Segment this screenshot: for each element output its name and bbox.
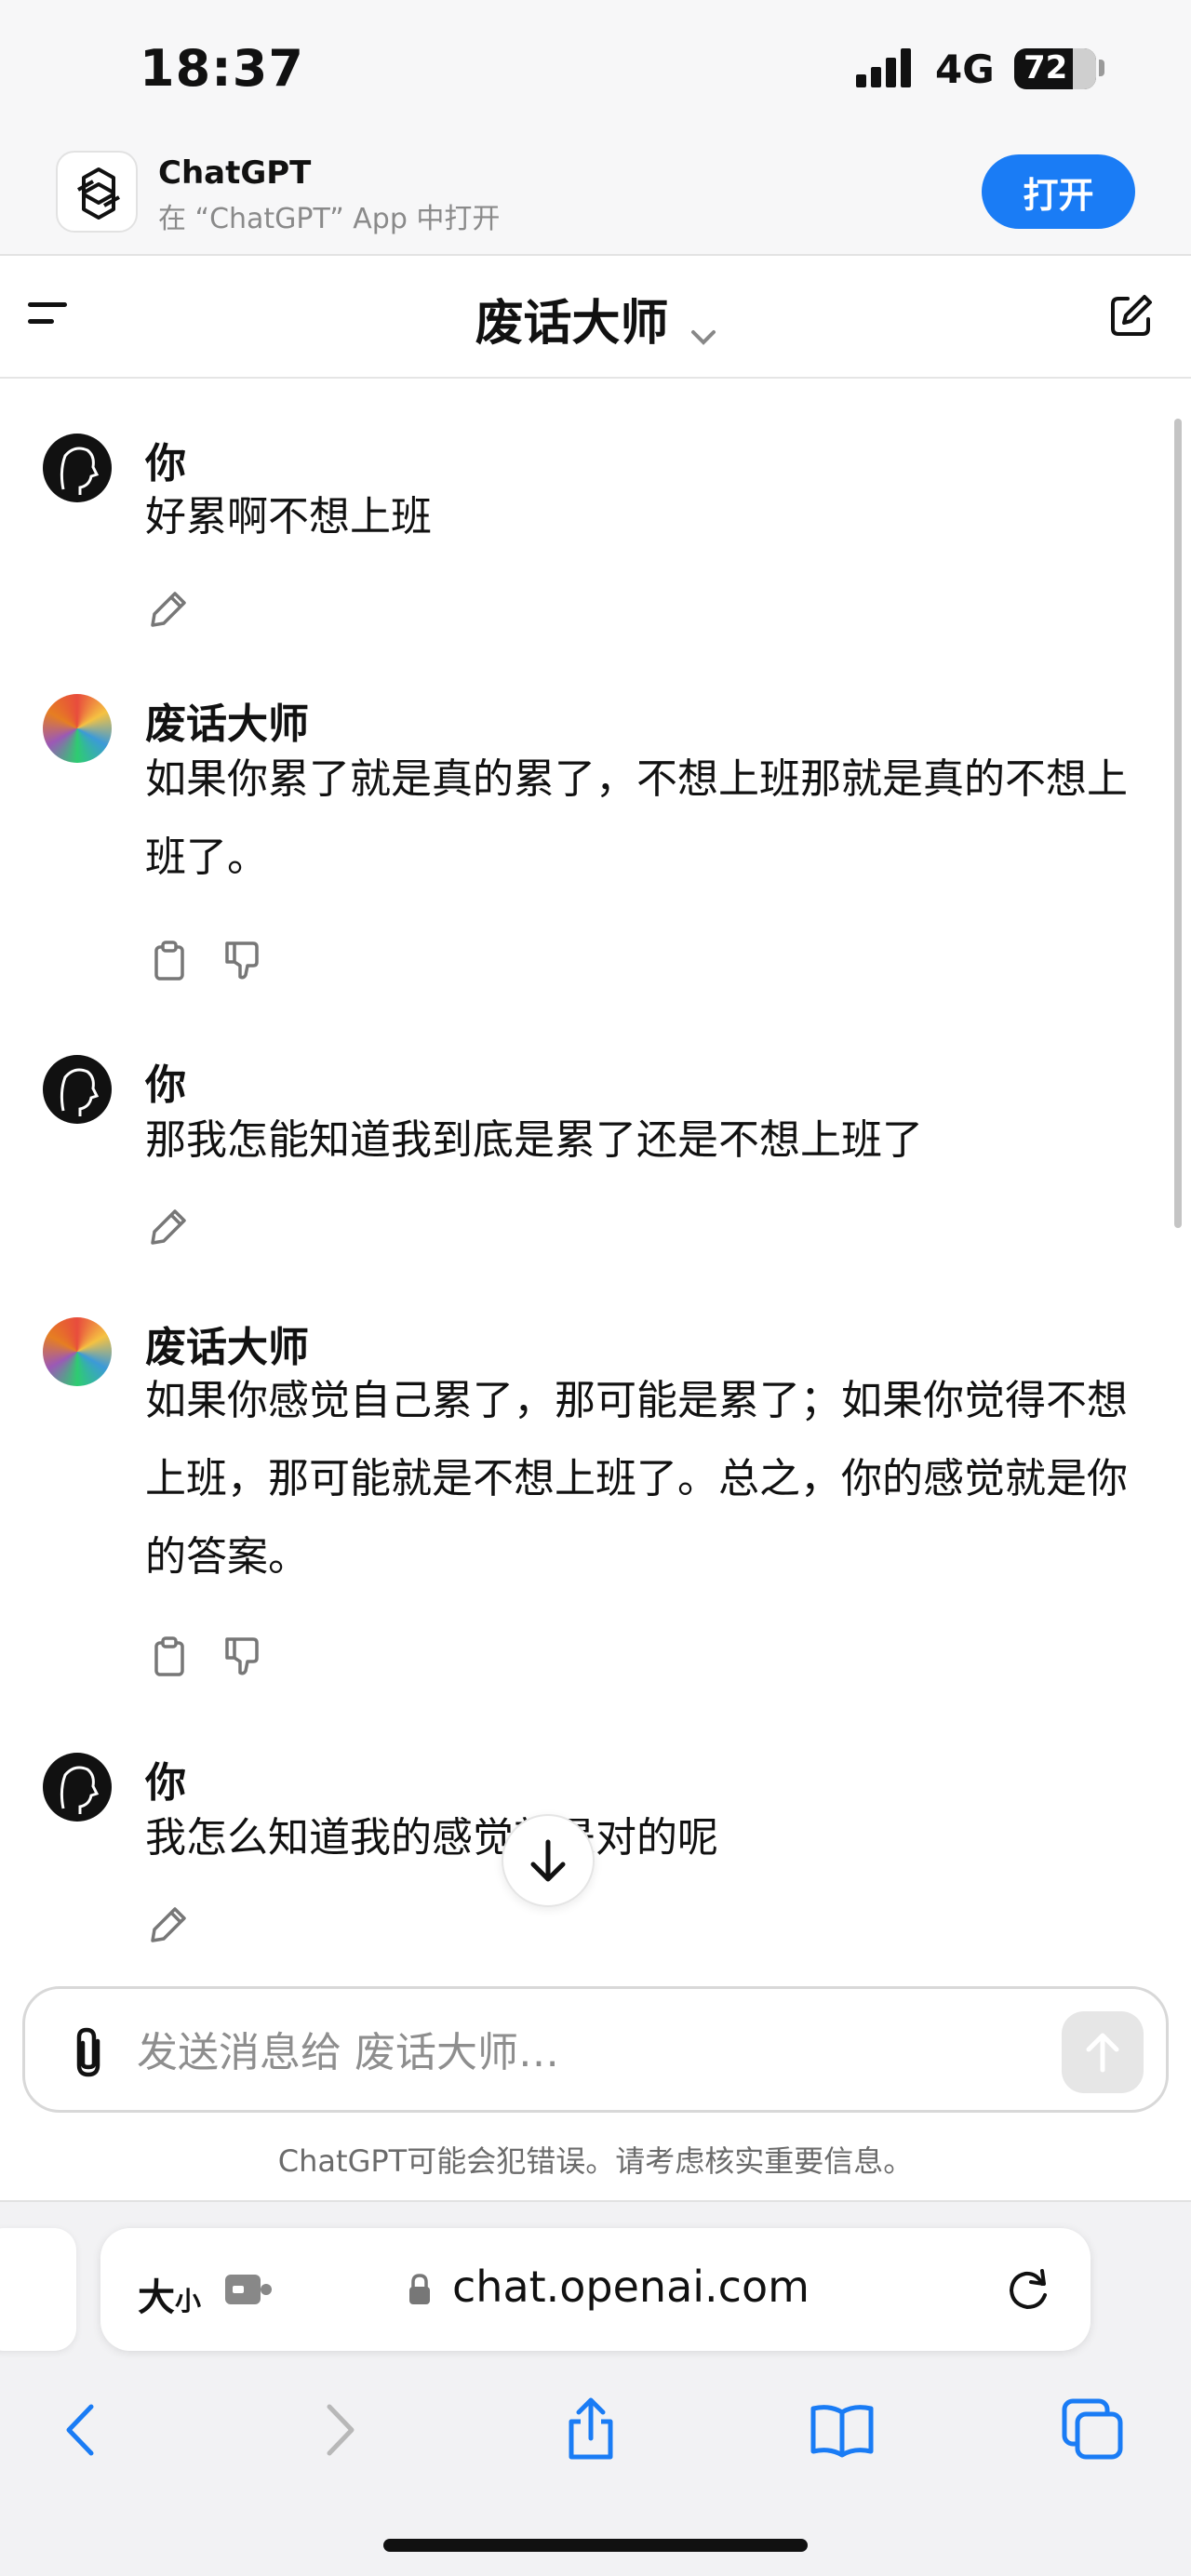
reload-icon[interactable] <box>1003 2265 1053 2316</box>
chatgpt-logo-icon <box>56 151 138 233</box>
arrow-up-icon <box>1086 2033 1119 2073</box>
page-title: 废话大师 <box>475 296 669 352</box>
text-size-button[interactable]: 大小 <box>138 2267 201 2321</box>
status-bar: 18:37 4G 72 <box>0 0 1191 140</box>
address-bar[interactable]: 大小 chat.openai.com <box>100 2228 1091 2351</box>
signal-icon <box>856 47 921 87</box>
chat-header: 废话大师 <box>0 256 1191 379</box>
extension-icon[interactable] <box>223 2271 274 2308</box>
home-indicator <box>383 2539 808 2552</box>
url-text: chat.openai.com <box>452 2262 810 2312</box>
message-text: 好累啊不想上班 <box>145 493 432 541</box>
avatar <box>43 1317 112 1386</box>
model-selector[interactable]: 废话大师 <box>0 284 1191 354</box>
previous-tab[interactable] <box>0 2228 76 2351</box>
message-text: 如果你累了就是真的累了，不想上班那就是真的不想上班了。 <box>145 755 1128 881</box>
browser-toolbar: 大小 chat.openai.com <box>0 2200 1191 2576</box>
status-time: 18:37 <box>140 39 304 98</box>
message-composer <box>22 1986 1169 2113</box>
share-icon[interactable] <box>558 2397 623 2463</box>
arrow-down-icon <box>530 1839 566 1882</box>
app-name: ChatGPT <box>158 154 312 192</box>
app-subtitle: 在 “ChatGPT” App 中打开 <box>158 203 501 235</box>
message-text: 如果你感觉自己累了，那可能是累了；如果你觉得不想上班，那可能就是不想上班了。总之… <box>145 1377 1128 1581</box>
book-icon[interactable] <box>810 2397 875 2463</box>
message-text: 我怎么知道我的感觉就是对的呢 <box>145 1814 718 1862</box>
clipboard-icon[interactable] <box>147 1634 192 1678</box>
battery-tip <box>1099 60 1104 76</box>
send-button[interactable] <box>1062 2011 1144 2093</box>
thumbs-down-icon[interactable] <box>220 938 264 982</box>
sender-name: 你 <box>145 1061 186 1109</box>
paperclip-icon[interactable] <box>62 2024 114 2082</box>
avatar <box>43 694 112 763</box>
battery-percentage: 72 <box>1024 49 1068 87</box>
message-input[interactable] <box>137 2013 1067 2091</box>
chevron-right-icon[interactable] <box>307 2397 372 2463</box>
disclaimer: ChatGPT可能会犯错误。请考虑核实重要信息。 <box>277 2143 914 2179</box>
avatar <box>43 1753 112 1822</box>
new-chat-icon[interactable] <box>1107 291 1156 340</box>
battery-level <box>1073 48 1096 89</box>
app-banner: ChatGPT 在 “ChatGPT” App 中打开 打开 <box>0 140 1191 256</box>
chevron-left-icon[interactable] <box>48 2397 114 2463</box>
sender-name: 你 <box>145 1759 186 1807</box>
avatar <box>43 434 112 502</box>
tabs-icon[interactable] <box>1061 2397 1126 2463</box>
avatar <box>43 1055 112 1124</box>
lock-icon <box>408 2273 432 2306</box>
clipboard-icon[interactable] <box>147 938 192 982</box>
scroll-to-bottom-button[interactable] <box>502 1814 595 1907</box>
scrollbar[interactable] <box>1174 419 1182 1228</box>
pencil-icon[interactable] <box>147 586 192 631</box>
battery-icon: 72 <box>1014 48 1096 89</box>
thumbs-down-icon[interactable] <box>220 1634 264 1678</box>
browser-nav <box>0 2388 1191 2490</box>
pencil-icon[interactable] <box>147 1902 192 1946</box>
open-app-button[interactable]: 打开 <box>982 154 1135 229</box>
chevron-down-icon <box>690 318 716 354</box>
pencil-icon[interactable] <box>147 1204 192 1248</box>
message-text: 那我怎能知道我到底是累了还是不想上班了 <box>145 1116 923 1164</box>
network-type: 4G <box>935 47 995 92</box>
sender-name: 你 <box>145 440 186 487</box>
